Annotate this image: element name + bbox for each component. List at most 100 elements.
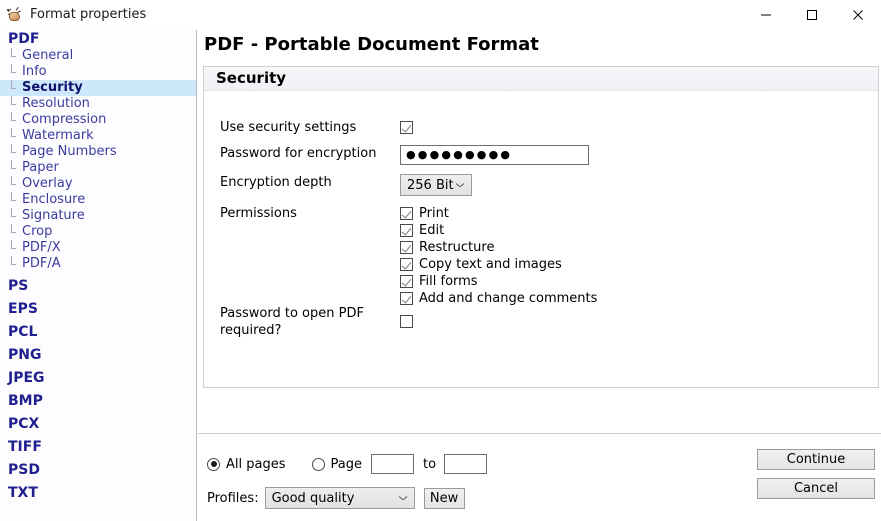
sidebar-item-enclosure[interactable]: Enclosure (0, 192, 196, 208)
tree-elbow-icon (8, 128, 22, 144)
close-icon[interactable] (835, 0, 881, 30)
permission-edit-checkbox[interactable] (400, 223, 413, 237)
sidebar-group-png[interactable]: PNG (0, 346, 196, 364)
tree-elbow-icon (8, 112, 22, 128)
permission-restructure-checkbox[interactable] (400, 240, 413, 254)
minimize-icon[interactable] (743, 0, 789, 30)
encryption-depth-label: Encryption depth (220, 175, 332, 190)
sidebar-group-ps[interactable]: PS (0, 277, 196, 295)
permission-copy-label: Copy text and images (419, 256, 562, 272)
page-to-input[interactable] (444, 454, 488, 474)
all-pages-radio[interactable] (207, 457, 220, 471)
permission-copy-text-and-images[interactable]: Copy text and images (400, 256, 597, 272)
group-box-header (204, 67, 878, 91)
permission-comments-checkbox[interactable] (400, 291, 413, 305)
tree-elbow-icon (8, 224, 22, 240)
profiles-label: Profiles: (207, 490, 259, 506)
format-sidebar[interactable]: PDF General Info Security Resolution Com… (0, 30, 197, 521)
permission-restructure[interactable]: Restructure (400, 239, 597, 255)
permission-restructure-label: Restructure (419, 239, 495, 255)
sidebar-item-label: Paper (22, 160, 59, 175)
sidebar-item-pdfx[interactable]: PDF/X (0, 240, 196, 256)
sidebar-group-pcx[interactable]: PCX (0, 415, 196, 433)
sidebar-item-label: Compression (22, 112, 107, 127)
sidebar-item-label: Info (22, 64, 47, 79)
profiles-value: Good quality (271, 490, 355, 506)
permission-copy-checkbox[interactable] (400, 257, 413, 271)
permission-fill-forms-label: Fill forms (419, 273, 478, 289)
sidebar-group-bmp[interactable]: BMP (0, 392, 196, 410)
row-password-for-encryption: Password for encryption ●●●●●●●●● (220, 145, 589, 165)
new-profile-button[interactable]: New (423, 487, 465, 509)
sidebar-item-compression[interactable]: Compression (0, 112, 196, 128)
chevron-down-icon (399, 496, 407, 501)
tree-elbow-icon (8, 144, 22, 160)
tree-elbow-icon (8, 192, 22, 208)
encryption-depth-select[interactable]: 256 Bit (400, 174, 472, 196)
all-pages-label: All pages (226, 456, 286, 472)
profiles-row: Profiles: Good quality New (207, 487, 465, 509)
sidebar-item-label: PDF/A (22, 256, 61, 271)
password-for-encryption-label: Password for encryption (220, 146, 377, 161)
maximize-icon[interactable] (789, 0, 835, 30)
all-pages-option[interactable]: All pages (207, 457, 286, 472)
sidebar-group-pdf[interactable]: PDF (0, 30, 196, 48)
sidebar-item-security[interactable]: Security (0, 80, 196, 96)
page-range-radio[interactable] (311, 457, 325, 471)
title-bar: Format properties (0, 0, 881, 30)
sidebar-item-pdfa[interactable]: PDF/A (0, 256, 196, 272)
password-to-open-label: Password to open PDF required? (220, 306, 364, 338)
page-from-input[interactable] (370, 454, 414, 474)
sidebar-item-signature[interactable]: Signature (0, 208, 196, 224)
tree-elbow-icon (8, 160, 22, 176)
continue-button[interactable]: Continue (757, 449, 875, 470)
sidebar-item-label: PDF/X (22, 240, 61, 255)
sidebar-item-crop[interactable]: Crop (0, 224, 196, 240)
permission-print-checkbox[interactable] (400, 206, 413, 220)
permission-print-label: Print (419, 205, 449, 221)
sidebar-group-jpeg[interactable]: JPEG (0, 369, 196, 387)
sidebar-item-overlay[interactable]: Overlay (0, 176, 196, 192)
sidebar-group-eps[interactable]: EPS (0, 300, 196, 318)
row-use-security-settings: Use security settings (220, 119, 413, 136)
window-title: Format properties (30, 7, 147, 22)
page-selection-row: All pages Page to (207, 454, 488, 474)
permission-fill-forms-checkbox[interactable] (400, 274, 413, 288)
sidebar-item-watermark[interactable]: Watermark (0, 128, 196, 144)
permission-print[interactable]: Print (400, 205, 597, 221)
sidebar-group-txt[interactable]: TXT (0, 484, 196, 502)
tree-elbow-icon (8, 240, 22, 256)
permission-add-and-change-comments[interactable]: Add and change comments (400, 290, 597, 306)
profiles-select[interactable]: Good quality (264, 487, 415, 509)
password-to-open-checkbox[interactable] (400, 315, 413, 328)
permission-comments-label: Add and change comments (419, 290, 598, 306)
cancel-button[interactable]: Cancel (757, 478, 875, 499)
permission-edit-label: Edit (419, 222, 445, 238)
sidebar-item-label: Resolution (22, 96, 90, 111)
use-security-settings-checkbox[interactable] (400, 121, 413, 134)
row-permissions: Permissions Print Edit Restructure Copy … (220, 205, 597, 307)
dialog-footer: All pages Page to Profiles: Good quality… (198, 433, 881, 521)
sidebar-item-page-numbers[interactable]: Page Numbers (0, 144, 196, 160)
sidebar-item-info[interactable]: Info (0, 64, 196, 80)
page-range-option[interactable]: Page (311, 457, 362, 472)
sidebar-item-paper[interactable]: Paper (0, 160, 196, 176)
sidebar-item-label: Watermark (22, 128, 94, 143)
sidebar-item-label: Crop (22, 224, 53, 239)
permission-edit[interactable]: Edit (400, 222, 597, 238)
sidebar-item-label: Page Numbers (22, 144, 117, 159)
sidebar-item-label: Enclosure (22, 192, 86, 207)
tree-elbow-icon (8, 208, 22, 224)
sidebar-item-resolution[interactable]: Resolution (0, 96, 196, 112)
page-to-label: to (422, 456, 437, 472)
tree-elbow-icon (8, 96, 22, 112)
permission-fill-forms[interactable]: Fill forms (400, 273, 597, 289)
row-encryption-depth: Encryption depth 256 Bit (220, 174, 472, 196)
sidebar-group-psd[interactable]: PSD (0, 461, 196, 479)
row-password-to-open: Password to open PDF required? (220, 305, 413, 339)
sidebar-item-label: General (22, 48, 74, 63)
sidebar-group-pcl[interactable]: PCL (0, 323, 196, 341)
password-input[interactable]: ●●●●●●●●● (400, 145, 589, 165)
sidebar-item-general[interactable]: General (0, 48, 196, 64)
sidebar-group-tiff[interactable]: TIFF (0, 438, 196, 456)
